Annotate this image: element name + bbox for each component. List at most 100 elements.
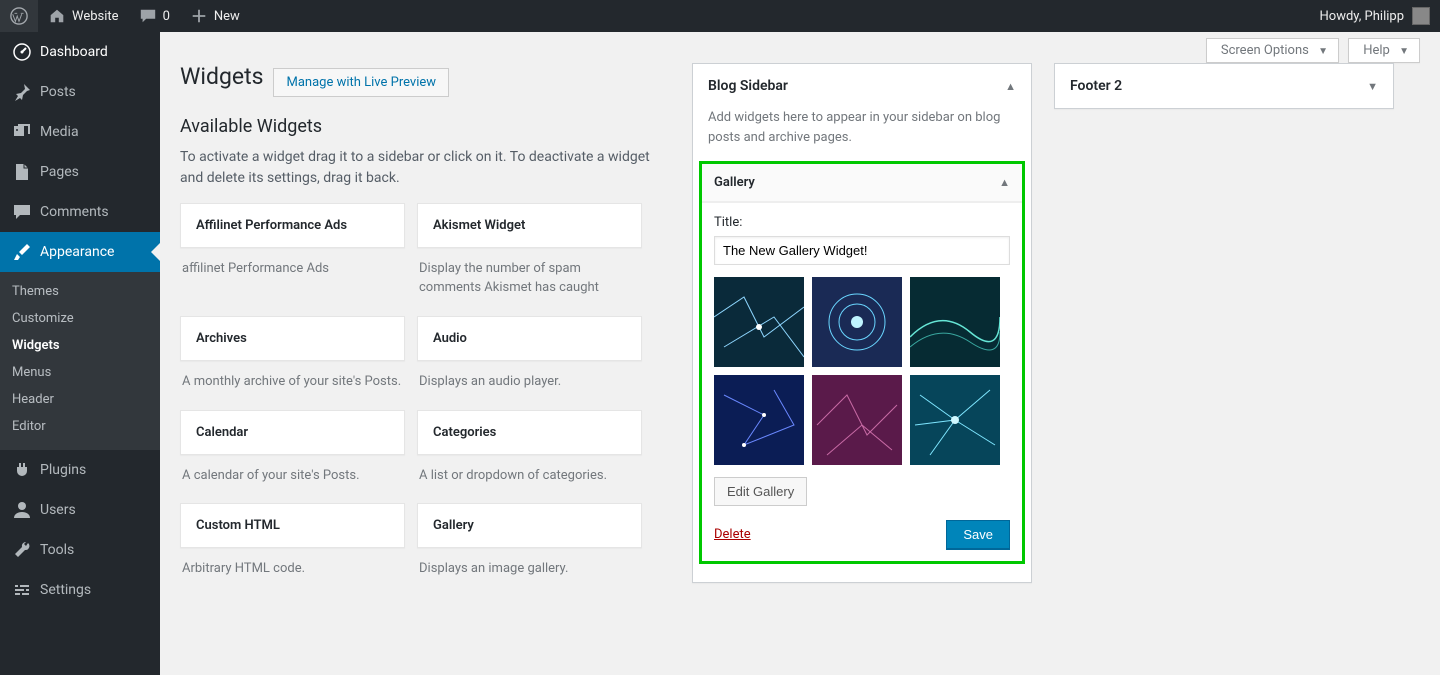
submenu-item-widgets[interactable]: Widgets [0, 332, 160, 359]
dashboard-icon [12, 42, 32, 62]
sidebar-item-label: Settings [40, 582, 91, 598]
blog-sidebar-header[interactable]: Blog Sidebar ▲ [693, 64, 1031, 108]
help-label: Help [1363, 43, 1390, 58]
sidebar-item-dashboard[interactable]: Dashboard [0, 32, 160, 72]
sidebar-item-label: Pages [40, 164, 79, 180]
available-widget-desc: A monthly archive of your site's Posts. [180, 361, 405, 398]
available-widget[interactable]: Gallery [417, 503, 642, 548]
gallery-thumb[interactable] [910, 277, 1000, 367]
gallery-thumbnails [714, 277, 1010, 465]
sidebar-item-label: Dashboard [40, 44, 108, 60]
sidebar-item-settings[interactable]: Settings [0, 570, 160, 610]
howdy-text[interactable]: Howdy, Philipp [1320, 9, 1405, 24]
available-widget-desc: Displays an audio player. [417, 361, 642, 398]
submenu-item-header[interactable]: Header [0, 386, 160, 413]
gallery-widget-header[interactable]: Gallery ▲ [702, 164, 1022, 202]
comments-count: 0 [163, 9, 170, 24]
available-widget-desc: affilinet Performance Ads [180, 248, 405, 285]
wrench-icon [12, 540, 32, 560]
main-content: Screen Options ▼ Help ▼ Widgets Manage w… [160, 32, 1440, 633]
sidebar-item-posts[interactable]: Posts [0, 72, 160, 112]
sidebar-item-pages[interactable]: Pages [0, 152, 160, 192]
gallery-widget: Gallery ▲ Title: [699, 161, 1025, 564]
available-widgets-help: To activate a widget drag it to a sideba… [180, 147, 670, 189]
sidebar-item-label: Plugins [40, 462, 86, 478]
footer2-title: Footer 2 [1070, 78, 1122, 94]
sidebar-item-plugins[interactable]: Plugins [0, 450, 160, 490]
submenu-item-editor[interactable]: Editor [0, 413, 160, 440]
comments-link[interactable]: 0 [129, 0, 180, 32]
brush-icon [12, 242, 32, 262]
title-input[interactable] [714, 236, 1010, 265]
sidebar-item-comments[interactable]: Comments [0, 192, 160, 232]
chevron-up-icon: ▲ [1005, 80, 1016, 93]
caret-down-icon: ▼ [1318, 46, 1328, 57]
available-widget[interactable]: Categories [417, 410, 642, 455]
admin-sidebar: Dashboard Posts Media Pages Comments App… [0, 32, 160, 675]
available-widgets-heading: Available Widgets [180, 116, 670, 137]
new-link[interactable]: New [180, 0, 250, 32]
sidebar-item-label: Comments [40, 204, 109, 220]
appearance-submenu: Themes Customize Widgets Menus Header Ed… [0, 272, 160, 450]
available-widget[interactable]: Custom HTML [180, 503, 405, 548]
edit-gallery-button[interactable]: Edit Gallery [714, 477, 807, 506]
submenu-item-customize[interactable]: Customize [0, 305, 160, 332]
chevron-down-icon: ▼ [1367, 80, 1378, 93]
available-widget-desc: A list or dropdown of catego­ries. [417, 455, 642, 492]
gallery-widget-title: Gallery [714, 175, 755, 190]
available-widget-desc: Display the number of spam comments Akis… [417, 248, 642, 304]
gallery-thumb[interactable] [714, 277, 804, 367]
gallery-thumb[interactable] [812, 375, 902, 465]
available-widget[interactable]: Calendar [180, 410, 405, 455]
available-widget[interactable]: Akismet Widget [417, 203, 642, 248]
blog-sidebar-title: Blog Sidebar [708, 78, 788, 94]
screen-options-label: Screen Options [1221, 43, 1309, 58]
sidebar-item-tools[interactable]: Tools [0, 530, 160, 570]
available-widget[interactable]: Archives [180, 316, 405, 361]
gallery-thumb[interactable] [812, 277, 902, 367]
sidebar-item-appearance[interactable]: Appearance [0, 232, 160, 272]
available-widget-desc: Arbitrary HTML code. [180, 548, 405, 585]
title-field-label: Title: [714, 215, 1010, 230]
blog-sidebar-desc: Add widgets here to appear in your sideb… [693, 108, 1031, 161]
sidebar-item-label: Media [40, 124, 79, 140]
gallery-thumb[interactable] [910, 375, 1000, 465]
plus-icon [190, 7, 208, 25]
available-widget-desc: Displays an image gallery. [417, 548, 642, 585]
caret-down-icon: ▼ [1399, 46, 1409, 57]
admin-bar: Website 0 New Howdy, Philipp [0, 0, 1440, 32]
live-preview-button[interactable]: Manage with Live Preview [273, 68, 449, 97]
site-link[interactable]: Website [38, 0, 129, 32]
sidebar-item-label: Posts [40, 84, 76, 100]
submenu-item-menus[interactable]: Menus [0, 359, 160, 386]
comment-icon [139, 7, 157, 25]
gallery-thumb[interactable] [714, 375, 804, 465]
plugin-icon [12, 460, 32, 480]
sidebar-item-label: Users [40, 502, 76, 518]
available-widget[interactable]: Affilinet Performance Ads [180, 203, 405, 248]
page-icon [12, 162, 32, 182]
pin-icon [12, 82, 32, 102]
wordpress-icon [10, 7, 28, 25]
comment-icon [12, 202, 32, 222]
home-icon [48, 7, 66, 25]
avatar[interactable] [1412, 7, 1430, 25]
submenu-item-themes[interactable]: Themes [0, 278, 160, 305]
blog-sidebar-panel: Blog Sidebar ▲ Add widgets here to appea… [692, 63, 1032, 583]
sidebar-item-users[interactable]: Users [0, 490, 160, 530]
save-button[interactable]: Save [946, 520, 1010, 549]
screen-options-button[interactable]: Screen Options ▼ [1206, 38, 1339, 63]
help-button[interactable]: Help ▼ [1348, 38, 1420, 63]
media-icon [12, 122, 32, 142]
sliders-icon [12, 580, 32, 600]
available-widget[interactable]: Audio [417, 316, 642, 361]
site-name: Website [72, 9, 119, 24]
available-widget-desc: A calendar of your site's Posts. [180, 455, 405, 492]
wp-logo[interactable] [0, 0, 38, 32]
footer2-header[interactable]: Footer 2 ▼ [1055, 64, 1393, 108]
delete-link[interactable]: Delete [714, 527, 751, 542]
sidebar-item-label: Tools [40, 542, 74, 558]
sidebar-item-media[interactable]: Media [0, 112, 160, 152]
footer2-panel: Footer 2 ▼ [1054, 63, 1394, 109]
chevron-up-icon: ▲ [999, 176, 1010, 189]
